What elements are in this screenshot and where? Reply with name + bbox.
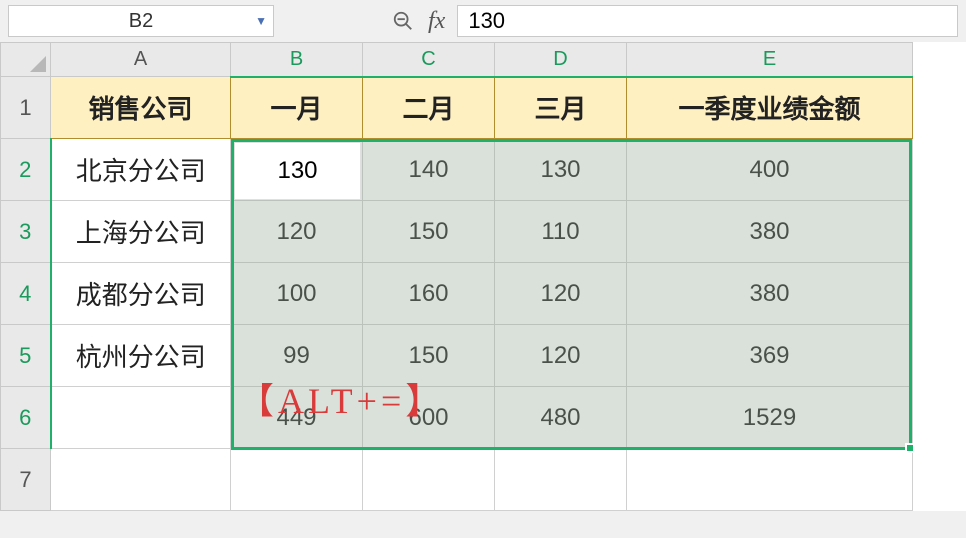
select-all-icon: [30, 56, 46, 72]
col-header-D[interactable]: D: [495, 43, 627, 77]
cell-C6[interactable]: 600: [363, 387, 495, 449]
cell-C2[interactable]: 140: [363, 139, 495, 201]
col-header-A[interactable]: A: [51, 43, 231, 77]
cell-E2[interactable]: 400: [627, 139, 913, 201]
cell-C1[interactable]: 二月: [363, 77, 495, 139]
zoom-out-icon[interactable]: [390, 8, 416, 34]
formula-bar: B2 ▼ fx 130: [0, 0, 966, 42]
cell-A5[interactable]: 杭州分公司: [51, 325, 231, 387]
col-header-B[interactable]: B: [231, 43, 363, 77]
row-header-5[interactable]: 5: [1, 325, 51, 387]
cell-D1[interactable]: 三月: [495, 77, 627, 139]
formula-input[interactable]: 130: [457, 5, 958, 37]
cell-C4[interactable]: 160: [363, 263, 495, 325]
cell-D6[interactable]: 480: [495, 387, 627, 449]
formula-value: 130: [468, 8, 505, 34]
col-header-E[interactable]: E: [627, 43, 913, 77]
cell-B7[interactable]: [231, 449, 363, 511]
row-header-7[interactable]: 7: [1, 449, 51, 511]
cell-B4[interactable]: 100: [231, 263, 363, 325]
cell-C3[interactable]: 150: [363, 201, 495, 263]
cell-A2[interactable]: 北京分公司: [51, 139, 231, 201]
cell-E3[interactable]: 380: [627, 201, 913, 263]
row-header-6[interactable]: 6: [1, 387, 51, 449]
cell-B3[interactable]: 120: [231, 201, 363, 263]
cell-C5[interactable]: 150: [363, 325, 495, 387]
row-header-3[interactable]: 3: [1, 201, 51, 263]
cell-B6[interactable]: 449: [231, 387, 363, 449]
cell-E6[interactable]: 1529: [627, 387, 913, 449]
name-box-value: B2: [9, 10, 273, 33]
cell-D4[interactable]: 120: [495, 263, 627, 325]
cell-D5[interactable]: 120: [495, 325, 627, 387]
cell-B2[interactable]: 130: [231, 139, 363, 201]
row-header-4[interactable]: 4: [1, 263, 51, 325]
cell-A6[interactable]: [51, 387, 231, 449]
row-header-2[interactable]: 2: [1, 139, 51, 201]
cell-D2[interactable]: 130: [495, 139, 627, 201]
col-header-C[interactable]: C: [363, 43, 495, 77]
cell-B1[interactable]: 一月: [231, 77, 363, 139]
fx-icon[interactable]: fx: [428, 8, 445, 35]
select-all-corner[interactable]: [1, 43, 51, 77]
cell-B5[interactable]: 99: [231, 325, 363, 387]
cell-A7[interactable]: [51, 449, 231, 511]
cell-A4[interactable]: 成都分公司: [51, 263, 231, 325]
cell-D3[interactable]: 110: [495, 201, 627, 263]
cell-E1[interactable]: 一季度业绩金额: [627, 77, 913, 139]
name-box[interactable]: B2 ▼: [8, 5, 274, 37]
chevron-down-icon[interactable]: ▼: [255, 14, 267, 28]
cell-C7[interactable]: [363, 449, 495, 511]
cell-E7[interactable]: [627, 449, 913, 511]
spreadsheet-grid[interactable]: A B C D E 1 销售公司 一月 二月 三月 一季度业绩金额 2 北京分公…: [0, 42, 966, 511]
row-header-1[interactable]: 1: [1, 77, 51, 139]
cell-E4[interactable]: 380: [627, 263, 913, 325]
cell-A3[interactable]: 上海分公司: [51, 201, 231, 263]
cell-A1[interactable]: 销售公司: [51, 77, 231, 139]
cell-E5[interactable]: 369: [627, 325, 913, 387]
cell-D7[interactable]: [495, 449, 627, 511]
